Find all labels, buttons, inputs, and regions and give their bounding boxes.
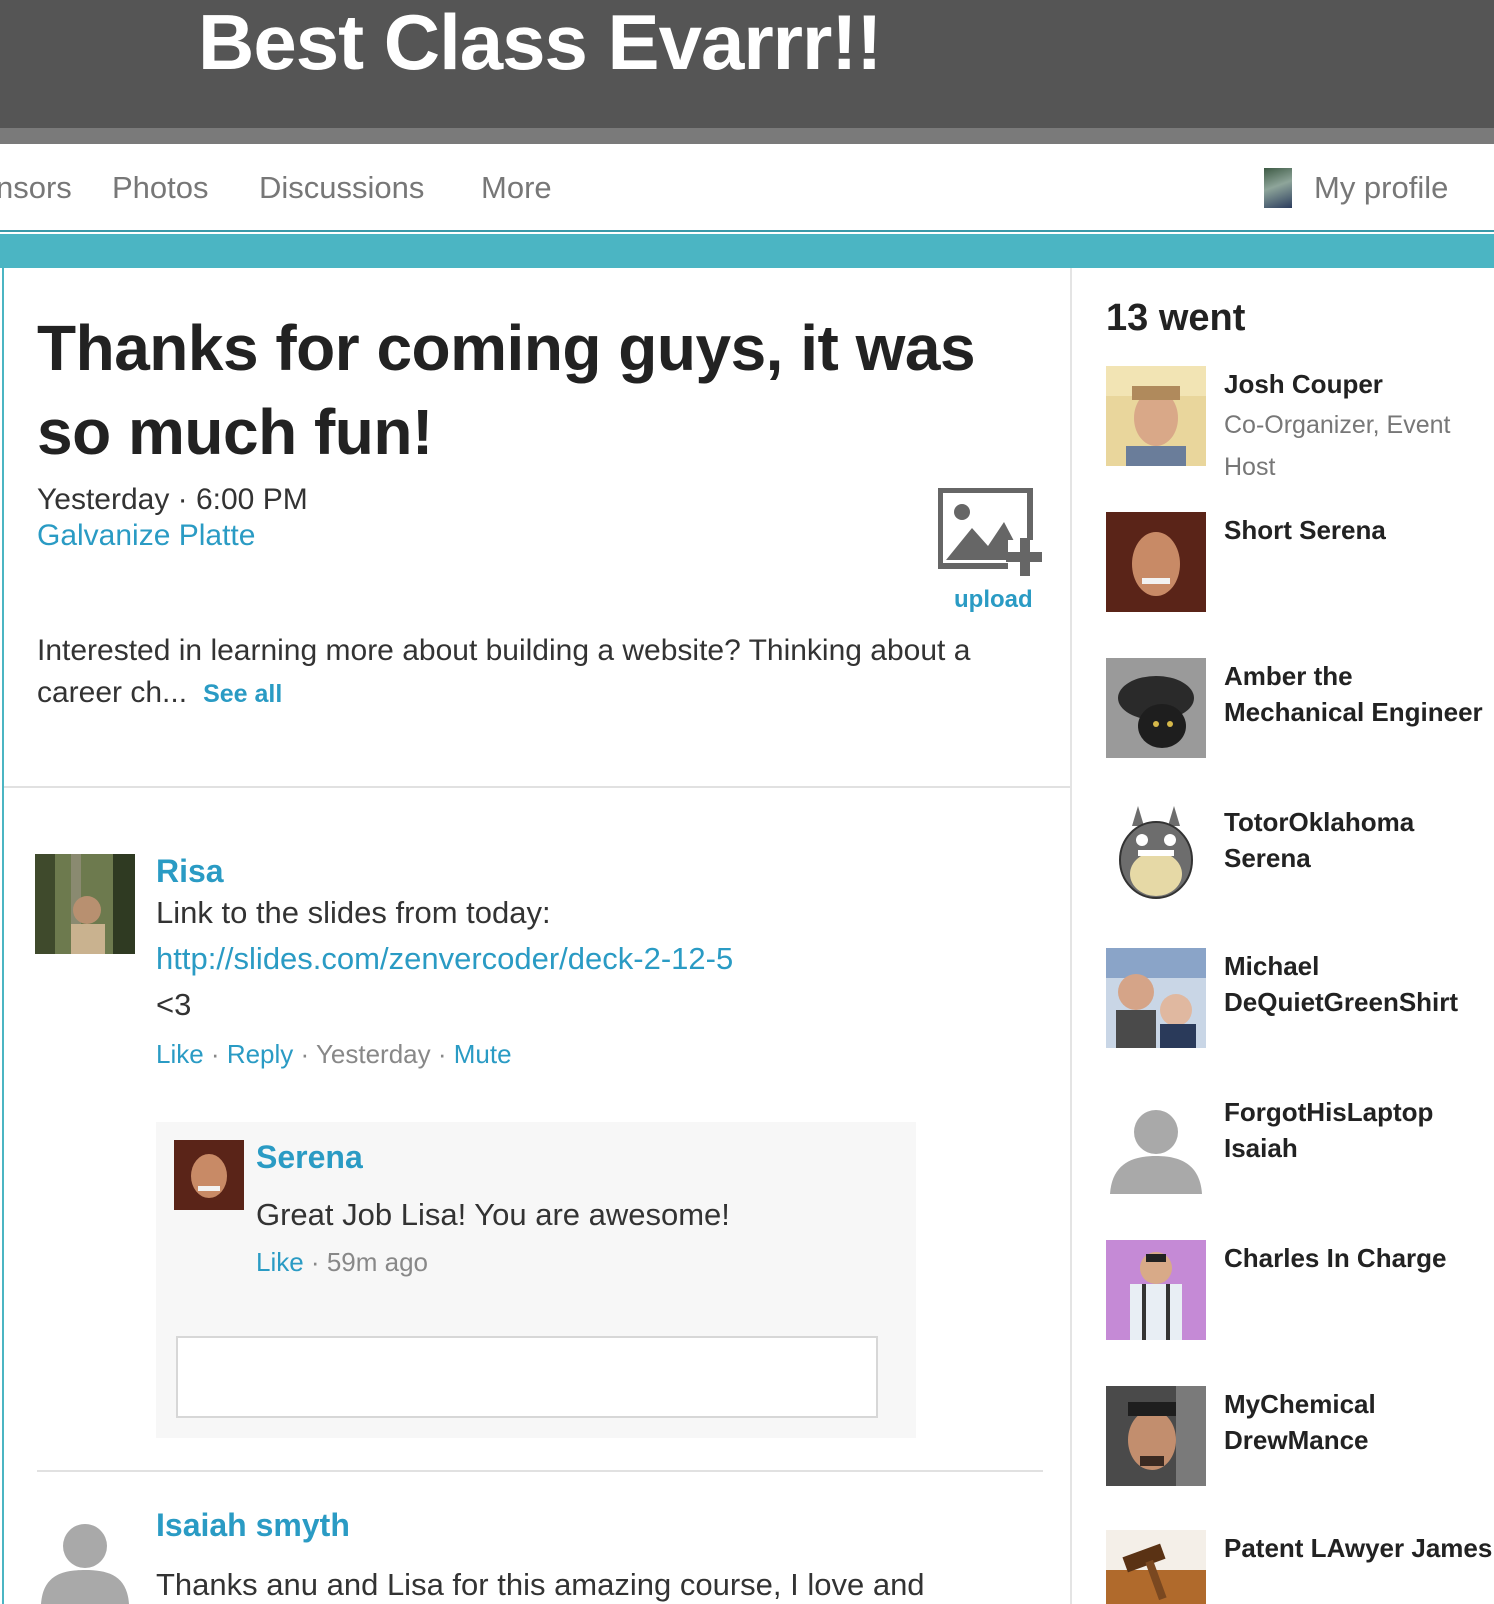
reply-thread: Serena Great Job Lisa! You are awesome! … <box>156 1122 916 1438</box>
attendee-name: Michael DeQuietGreenShirt <box>1224 951 1459 1017</box>
header-strip <box>0 128 1494 144</box>
reply-like-button[interactable]: Like <box>256 1247 304 1277</box>
nav-item-more[interactable]: More <box>481 170 552 206</box>
avatar <box>1106 366 1206 466</box>
group-title[interactable]: Best Class Evarrr!! <box>198 2 882 82</box>
nav-item-photos[interactable]: Photos <box>112 170 209 206</box>
risa-avatar-photo <box>35 854 135 954</box>
nav-item-sponsors[interactable]: nsors <box>0 170 72 206</box>
list-item[interactable]: ForgotHisLaptop Isaiah <box>1106 1094 1486 1204</box>
attendee-name: Charles In Charge <box>1224 1243 1447 1273</box>
comment-text: Link to the slides from today: <box>156 895 551 930</box>
mute-button[interactable]: Mute <box>454 1039 512 1069</box>
comment-author-risa[interactable]: Risa <box>156 852 224 890</box>
serena-avatar-photo <box>174 1140 244 1210</box>
event-description-text: Interested in learning more about buildi… <box>37 634 971 709</box>
reply-text: Great Job Lisa! You are awesome! <box>256 1197 730 1232</box>
avatar <box>1106 1530 1206 1604</box>
list-item[interactable]: TotorOklahoma Serena <box>1106 804 1486 914</box>
reply-timestamp: 59m ago <box>326 1247 428 1277</box>
attendee-name: ForgotHisLaptop Isaiah <box>1224 1097 1434 1163</box>
attendee-name: Short Serena <box>1224 515 1386 545</box>
comment-text-isaiah: Thanks anu and Lisa for this amazing cou… <box>156 1567 925 1602</box>
group-header: Best Class Evarrr!! <box>0 0 1494 128</box>
reply-author-serena[interactable]: Serena <box>256 1138 363 1176</box>
list-item[interactable]: Josh Couper Co-Organizer, Event Host <box>1106 366 1486 481</box>
section-divider <box>4 786 1070 788</box>
attendee-sidebar: 13 went Josh Couper Co-Organizer, Event … <box>1070 268 1494 1604</box>
attendee-name: Amber the Mechanical Engineer <box>1224 661 1483 727</box>
comment-timestamp: Yesterday <box>315 1039 431 1069</box>
avatar[interactable] <box>35 854 135 954</box>
comment-divider <box>37 1470 1043 1472</box>
avatar <box>1106 1386 1206 1486</box>
group-nav: nsors Photos Discussions More My profile <box>0 144 1494 232</box>
attendee-role: Co-Organizer, Event Host <box>1224 411 1451 481</box>
slides-link[interactable]: http://slides.com/zenvercoder/deck-2-12-… <box>156 936 733 982</box>
event-description: Interested in learning more about buildi… <box>37 630 1047 715</box>
list-item[interactable]: MyChemical DrewMance <box>1106 1386 1486 1496</box>
comment-text-heart: <3 <box>156 987 192 1022</box>
avatar[interactable] <box>174 1140 244 1210</box>
event-main-panel: Thanks for coming guys, it was so much f… <box>2 268 1070 1604</box>
reply-input[interactable] <box>176 1336 878 1418</box>
totoro-avatar-icon <box>1106 804 1206 904</box>
list-item[interactable]: Charles In Charge <box>1106 1240 1486 1350</box>
avatar <box>1106 948 1206 1048</box>
avatar <box>1106 512 1206 612</box>
upload-photo-button[interactable]: upload <box>937 487 1044 618</box>
profile-avatar[interactable] <box>1264 168 1292 208</box>
comment-author-isaiah[interactable]: Isaiah smyth <box>156 1506 350 1544</box>
attendance-count: 13 went <box>1106 297 1246 339</box>
avatar <box>1106 1240 1206 1340</box>
image-upload-icon <box>937 487 1044 576</box>
nav-item-discussions[interactable]: Discussions <box>259 170 424 206</box>
comment-actions: Like · Reply · Yesterday · Mute <box>156 1039 512 1069</box>
attendee-name: TotorOklahoma Serena <box>1224 807 1415 873</box>
list-item[interactable]: Michael DeQuietGreenShirt <box>1106 948 1486 1058</box>
nav-item-my-profile[interactable]: My profile <box>1314 170 1448 206</box>
list-item[interactable]: Patent LAwyer James <box>1106 1530 1492 1604</box>
upload-label: upload <box>954 586 1033 613</box>
avatar <box>1106 658 1206 758</box>
see-all-link[interactable]: See all <box>203 680 282 708</box>
attendee-name: Josh Couper <box>1224 369 1383 399</box>
list-item[interactable]: Amber the Mechanical Engineer <box>1106 658 1486 768</box>
like-button[interactable]: Like <box>156 1039 204 1069</box>
event-datetime: Yesterday · 6:00 PM <box>37 483 308 516</box>
reply-actions: Like · 59m ago <box>256 1247 428 1277</box>
accent-band <box>0 234 1494 268</box>
reply-button[interactable]: Reply <box>227 1039 293 1069</box>
event-title: Thanks for coming guys, it was so much f… <box>37 312 976 468</box>
default-avatar-icon[interactable] <box>35 1518 135 1604</box>
attendee-name: Patent LAwyer James <box>1224 1533 1493 1563</box>
list-item[interactable]: Short Serena <box>1106 512 1486 622</box>
default-avatar-icon <box>1106 1094 1206 1194</box>
attendee-name: MyChemical DrewMance <box>1224 1389 1376 1455</box>
event-venue-link[interactable]: Galvanize Platte <box>37 518 255 554</box>
